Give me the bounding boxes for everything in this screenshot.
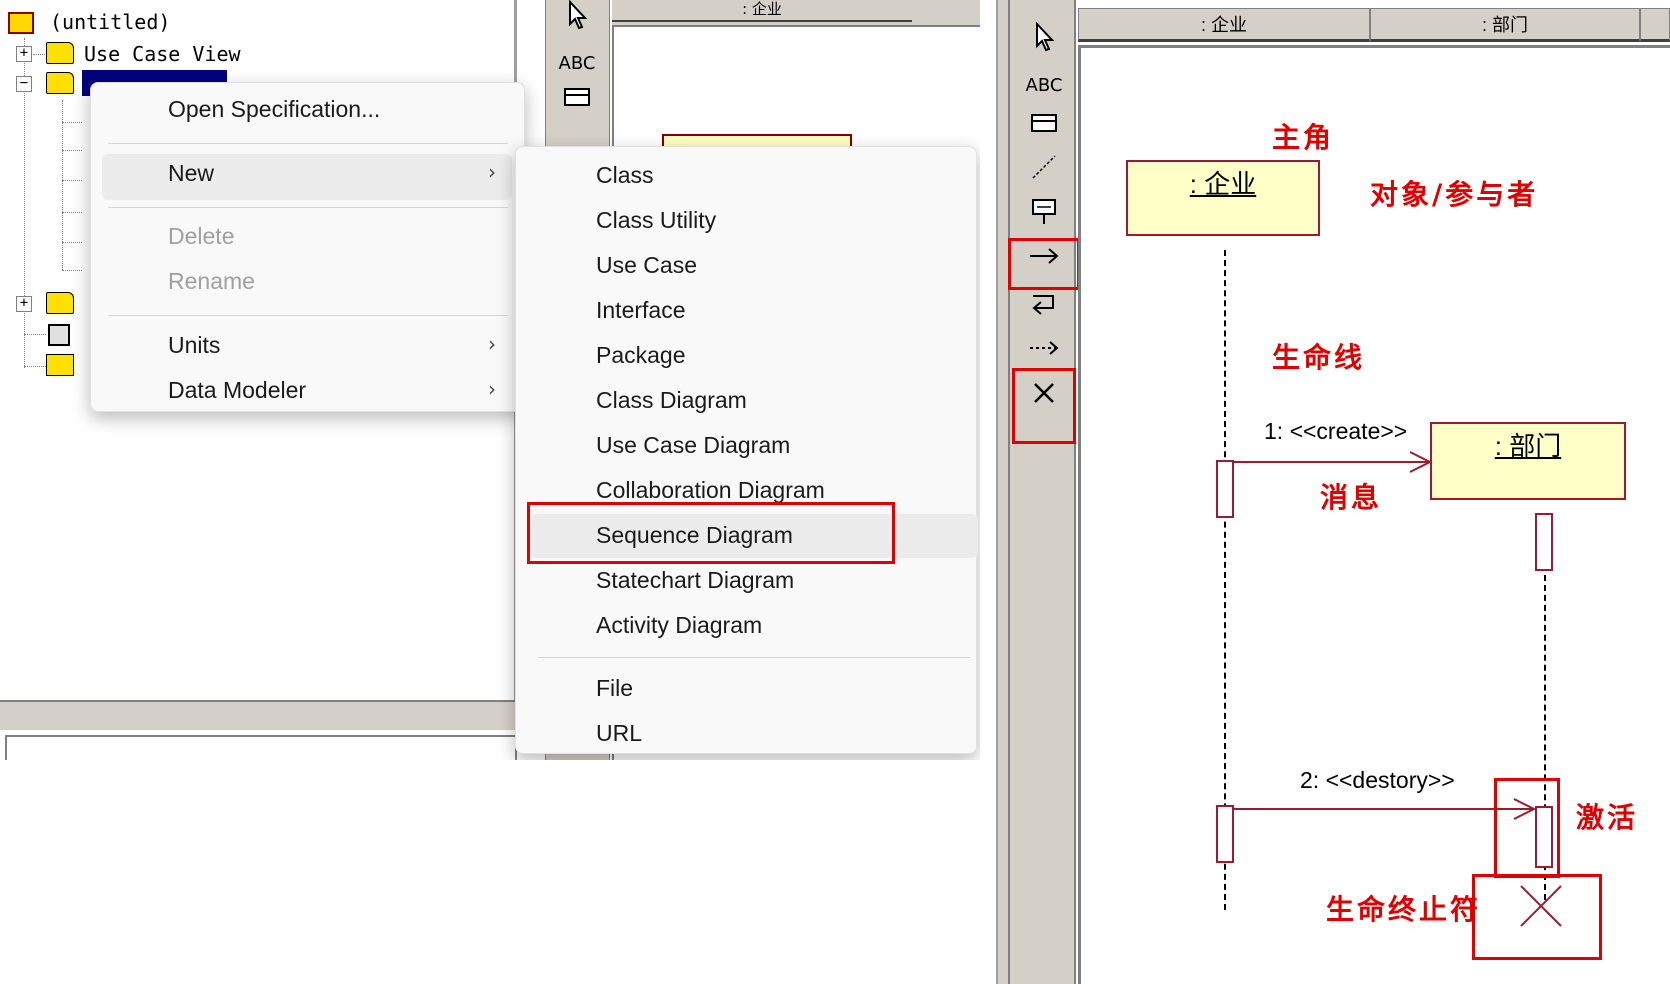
deployment-folder-icon xyxy=(46,354,74,376)
note-tool-icon[interactable] xyxy=(1022,110,1066,146)
menu-separator xyxy=(538,657,970,658)
lifeline-header-partial: : 企业 xyxy=(612,0,912,22)
submenu-item-use-case-diagram[interactable]: Use Case Diagram xyxy=(596,432,790,459)
submenu-item-statechart-diagram[interactable]: Statechart Diagram xyxy=(596,567,794,594)
message-create-label[interactable]: 1: <<create>> xyxy=(1264,418,1407,445)
submenu-item-interface[interactable]: Interface xyxy=(596,297,686,324)
annotation-message: 消息 xyxy=(1320,481,1383,514)
submenu-arrow-icon: › xyxy=(488,160,496,184)
text-box-tool-abc[interactable]: ABC xyxy=(1022,68,1066,104)
rose-browser-screenshot: (untitled) + Use Case View − + ABC : 企业 … xyxy=(0,0,980,760)
highlight-box-destruction-tool xyxy=(1012,368,1076,444)
highlight-box-message-tool xyxy=(1008,238,1080,290)
menu-item-delete: Delete xyxy=(168,223,235,249)
message-arrowhead-icon xyxy=(1409,451,1432,473)
submenu-item-collaboration-diagram[interactable]: Collaboration Diagram xyxy=(596,477,825,504)
message-destroy-label[interactable]: 2: <<destory>> xyxy=(1300,767,1455,794)
tree-guide-line xyxy=(62,100,63,270)
tree-connector xyxy=(62,242,82,243)
object-tool-icon[interactable] xyxy=(1022,196,1066,232)
folder-icon xyxy=(46,42,74,64)
annotation-object-participant: 对象/参与者 xyxy=(1370,178,1539,211)
expand-plus-icon[interactable]: + xyxy=(16,296,32,312)
annotation-actor: 主角 xyxy=(1272,121,1335,154)
lifeline-header-empty xyxy=(1640,8,1670,42)
activation-department-1[interactable] xyxy=(1535,513,1553,571)
highlight-box-destruction xyxy=(1472,874,1602,960)
message-to-self-tool-icon[interactable] xyxy=(1022,290,1066,326)
folder-icon xyxy=(46,292,74,314)
menu-separator xyxy=(108,143,508,144)
menu-separator xyxy=(108,315,508,316)
annotation-lifeline: 生命线 xyxy=(1272,341,1366,374)
note-icon[interactable] xyxy=(555,84,599,120)
submenu-item-activity-diagram[interactable]: Activity Diagram xyxy=(596,612,762,639)
submenu-item-file[interactable]: File xyxy=(596,675,633,702)
object-department[interactable]: : 部门 xyxy=(1430,422,1626,500)
context-menu xyxy=(90,82,525,412)
sequence-diagram-toolbar xyxy=(1008,0,1076,984)
tree-connector xyxy=(62,122,82,123)
menu-item-open-specification[interactable]: Open Specification... xyxy=(168,96,380,123)
submenu-item-class[interactable]: Class xyxy=(596,162,654,189)
message-destroy-line[interactable] xyxy=(1234,808,1534,810)
anchor-note-tool-icon[interactable] xyxy=(1022,152,1066,188)
menu-item-rename: Rename xyxy=(168,268,255,294)
tree-root-label[interactable]: (untitled) xyxy=(50,10,170,34)
activation-enterprise-1[interactable] xyxy=(1216,460,1234,518)
folder-icon xyxy=(46,72,74,94)
highlight-box-sequence-diagram xyxy=(527,502,895,564)
annotation-destruction: 生命终止符 xyxy=(1326,893,1482,926)
menu-item-units[interactable]: Units xyxy=(168,332,220,359)
tree-connector xyxy=(62,150,82,151)
tree-connector xyxy=(62,212,82,213)
browser-splitter[interactable] xyxy=(0,700,520,730)
selection-tool-icon[interactable] xyxy=(1022,21,1066,58)
tree-item-use-case-view[interactable]: Use Case View xyxy=(84,42,241,66)
submenu-item-url[interactable]: URL xyxy=(596,720,642,747)
documentation-field[interactable] xyxy=(5,735,517,760)
annotation-activation: 激活 xyxy=(1576,801,1639,834)
menu-separator xyxy=(108,207,508,208)
lifeline-header-department[interactable]: : 部门 xyxy=(1370,8,1640,42)
window-frame-strip xyxy=(996,0,1008,984)
lifeline-header-enterprise[interactable]: : 企业 xyxy=(1078,8,1370,42)
tree-connector xyxy=(62,270,82,271)
return-message-tool-icon[interactable] xyxy=(1022,336,1066,372)
collapse-minus-icon[interactable]: − xyxy=(16,76,32,92)
root-model-icon xyxy=(8,12,34,34)
tree-connector xyxy=(24,334,46,335)
component-package-icon xyxy=(48,324,70,346)
menu-item-new[interactable]: New xyxy=(168,160,214,187)
message-create-line[interactable] xyxy=(1234,461,1430,463)
submenu-item-package[interactable]: Package xyxy=(596,342,686,369)
submenu-item-class-diagram[interactable]: Class Diagram xyxy=(596,387,747,414)
submenu-item-class-utility[interactable]: Class Utility xyxy=(596,207,716,234)
submenu-arrow-icon: › xyxy=(488,332,496,356)
text-tool-abc[interactable]: ABC xyxy=(555,46,599,82)
tree-connector xyxy=(24,366,46,367)
submenu-arrow-icon: › xyxy=(488,377,496,401)
activation-enterprise-2[interactable] xyxy=(1216,805,1234,863)
expand-plus-icon[interactable]: + xyxy=(16,46,32,62)
object-enterprise[interactable]: : 企业 xyxy=(1126,160,1320,236)
menu-item-data-modeler[interactable]: Data Modeler xyxy=(168,377,306,404)
arrow-pointer-icon[interactable] xyxy=(555,0,599,36)
highlight-box-activation xyxy=(1494,778,1560,878)
tree-connector xyxy=(33,54,45,55)
submenu-item-use-case[interactable]: Use Case xyxy=(596,252,697,279)
tree-connector xyxy=(62,180,82,181)
menu-item-new-hover-bg xyxy=(102,154,512,200)
